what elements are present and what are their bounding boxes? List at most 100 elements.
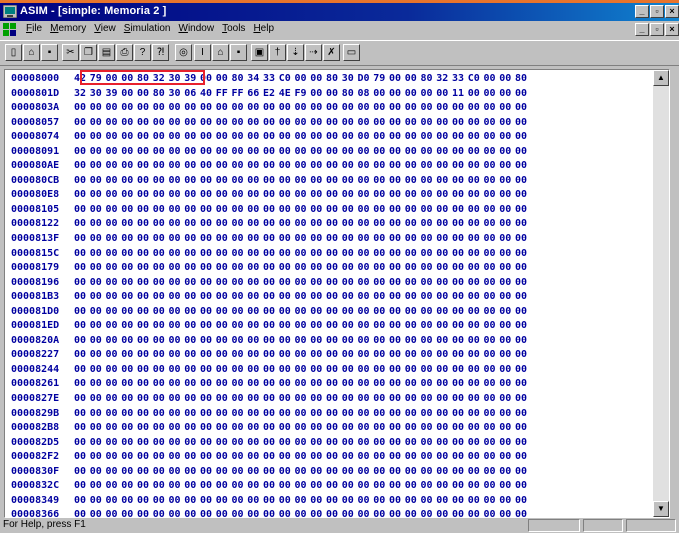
- memory-byte[interactable]: 00: [90, 130, 106, 145]
- memory-byte[interactable]: 00: [279, 421, 295, 436]
- memory-byte[interactable]: 00: [121, 407, 137, 422]
- memory-byte[interactable]: 00: [216, 494, 232, 509]
- memory-byte[interactable]: FF: [216, 87, 232, 102]
- memory-byte[interactable]: C0: [468, 72, 484, 87]
- memory-byte[interactable]: 00: [515, 145, 531, 160]
- memory-byte[interactable]: 00: [184, 377, 200, 392]
- print-icon[interactable]: ⎙: [116, 44, 133, 61]
- memory-byte[interactable]: 00: [468, 188, 484, 203]
- memory-byte[interactable]: 00: [468, 174, 484, 189]
- memory-byte[interactable]: 00: [137, 450, 153, 465]
- memory-byte[interactable]: 00: [153, 261, 169, 276]
- memory-byte[interactable]: 00: [74, 159, 90, 174]
- memory-byte[interactable]: 00: [405, 305, 421, 320]
- memory-byte[interactable]: 00: [153, 130, 169, 145]
- memory-byte[interactable]: 00: [326, 348, 342, 363]
- memory-byte[interactable]: 00: [405, 436, 421, 451]
- memory-byte[interactable]: 00: [452, 232, 468, 247]
- memory-byte[interactable]: 00: [358, 363, 374, 378]
- memory-byte[interactable]: 00: [247, 407, 263, 422]
- memory-byte[interactable]: 00: [436, 363, 452, 378]
- memory-byte[interactable]: 80: [232, 72, 248, 87]
- memory-byte[interactable]: 00: [74, 232, 90, 247]
- memory-byte[interactable]: 00: [216, 145, 232, 160]
- memory-byte[interactable]: 00: [515, 159, 531, 174]
- memory-byte[interactable]: 00: [200, 508, 216, 517]
- memory-byte[interactable]: 00: [263, 188, 279, 203]
- load-icon[interactable]: ⌂: [212, 44, 229, 61]
- memory-byte[interactable]: 00: [468, 159, 484, 174]
- memory-byte[interactable]: 00: [263, 319, 279, 334]
- memory-byte[interactable]: 00: [169, 363, 185, 378]
- memory-byte[interactable]: 00: [200, 421, 216, 436]
- memory-byte[interactable]: 00: [153, 494, 169, 509]
- memory-byte[interactable]: 00: [279, 363, 295, 378]
- memory-byte[interactable]: 00: [373, 145, 389, 160]
- memory-byte[interactable]: 00: [295, 290, 311, 305]
- memory-byte[interactable]: 00: [484, 436, 500, 451]
- memory-byte[interactable]: 00: [515, 479, 531, 494]
- memory-byte[interactable]: 00: [184, 494, 200, 509]
- memory-byte[interactable]: 00: [74, 145, 90, 160]
- memory-byte[interactable]: 00: [515, 217, 531, 232]
- memory-byte[interactable]: 00: [232, 247, 248, 262]
- memory-byte[interactable]: 00: [74, 276, 90, 291]
- memory-byte[interactable]: 00: [436, 217, 452, 232]
- memory-byte[interactable]: 00: [468, 508, 484, 517]
- memory-byte[interactable]: 00: [153, 465, 169, 480]
- memory-byte[interactable]: 00: [515, 247, 531, 262]
- memory-byte[interactable]: 00: [326, 334, 342, 349]
- memory-byte[interactable]: 00: [232, 421, 248, 436]
- memory-byte[interactable]: 00: [452, 261, 468, 276]
- memory-byte[interactable]: 00: [216, 130, 232, 145]
- memory-byte[interactable]: 00: [153, 319, 169, 334]
- memory-byte[interactable]: 00: [247, 319, 263, 334]
- memory-byte[interactable]: 00: [515, 203, 531, 218]
- memory-byte[interactable]: 00: [200, 174, 216, 189]
- memory-byte[interactable]: 00: [342, 494, 358, 509]
- memory-byte[interactable]: 00: [358, 465, 374, 480]
- memory-byte[interactable]: 00: [153, 159, 169, 174]
- memory-byte[interactable]: 00: [326, 203, 342, 218]
- memory-byte[interactable]: 00: [216, 392, 232, 407]
- memory-byte[interactable]: 00: [468, 87, 484, 102]
- memory-byte[interactable]: 00: [74, 319, 90, 334]
- memory-byte[interactable]: 00: [515, 450, 531, 465]
- memory-byte[interactable]: 00: [484, 188, 500, 203]
- memory-byte[interactable]: 00: [358, 247, 374, 262]
- cut-icon[interactable]: ✂: [62, 44, 79, 61]
- memory-byte[interactable]: 00: [389, 319, 405, 334]
- memory-byte[interactable]: 00: [484, 494, 500, 509]
- memory-byte[interactable]: 00: [468, 261, 484, 276]
- memory-byte[interactable]: 00: [153, 247, 169, 262]
- memory-byte[interactable]: 00: [499, 232, 515, 247]
- memory-byte[interactable]: 00: [295, 305, 311, 320]
- memory-byte[interactable]: 00: [499, 290, 515, 305]
- memory-byte[interactable]: 00: [90, 159, 106, 174]
- memory-byte[interactable]: 00: [137, 436, 153, 451]
- menu-item-memory[interactable]: Memory: [46, 23, 90, 34]
- memory-byte[interactable]: 00: [468, 450, 484, 465]
- memory-byte[interactable]: 00: [499, 116, 515, 131]
- memory-byte[interactable]: 00: [232, 217, 248, 232]
- memory-byte[interactable]: 00: [200, 305, 216, 320]
- memory-byte[interactable]: 00: [216, 159, 232, 174]
- memory-byte[interactable]: 00: [232, 377, 248, 392]
- memory-byte[interactable]: 00: [389, 232, 405, 247]
- memory-byte[interactable]: 00: [153, 508, 169, 517]
- memory-byte[interactable]: 00: [405, 377, 421, 392]
- memory-byte[interactable]: 00: [295, 392, 311, 407]
- memory-byte[interactable]: 00: [216, 479, 232, 494]
- memory-byte[interactable]: 00: [184, 276, 200, 291]
- memory-byte[interactable]: 00: [295, 130, 311, 145]
- memory-byte[interactable]: 00: [232, 261, 248, 276]
- memory-byte[interactable]: 00: [169, 145, 185, 160]
- close-button[interactable]: ×: [665, 5, 679, 18]
- memory-byte[interactable]: 00: [515, 494, 531, 509]
- memory-byte[interactable]: 00: [295, 101, 311, 116]
- memory-byte[interactable]: 00: [373, 305, 389, 320]
- memory-byte[interactable]: 00: [421, 363, 437, 378]
- run-icon[interactable]: †: [269, 44, 286, 61]
- memory-byte[interactable]: 00: [310, 159, 326, 174]
- memory-byte[interactable]: 00: [137, 377, 153, 392]
